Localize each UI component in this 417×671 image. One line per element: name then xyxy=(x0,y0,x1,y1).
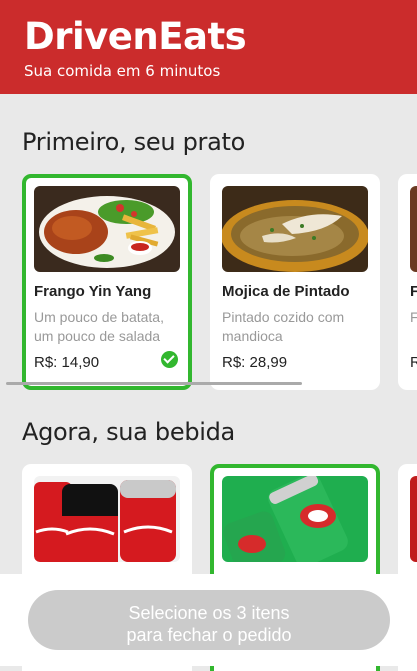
drink-image xyxy=(410,476,417,562)
food-price: R$: 28,99 xyxy=(222,354,288,371)
food-price: R xyxy=(410,354,417,371)
food-carousel[interactable]: Frango Yin Yang Um pouco de batata, um p… xyxy=(22,174,417,394)
checkmark-icon xyxy=(161,351,178,368)
checkout-label-line2: para fechar o pedido xyxy=(126,625,292,645)
food-carousel-scrollbar[interactable] xyxy=(6,382,302,385)
checkout-label-line1: Selecione os 3 itens xyxy=(128,603,290,623)
food-price: R$: 14,90 xyxy=(34,354,100,371)
food-description: F c xyxy=(410,309,417,325)
food-name: Frango Yin Yang xyxy=(34,283,152,300)
tagline: Sua comida em 6 minutos xyxy=(24,62,221,80)
food-name: Mojica de Pintado xyxy=(222,283,350,300)
food-description: Pintado cozido com mandioca xyxy=(222,309,345,344)
drinks-section-title: Agora, sua bebida xyxy=(22,418,235,446)
checkout-button[interactable]: Selecione os 3 itens para fechar o pedid… xyxy=(28,590,390,650)
app-header: DrivenEats Sua comida em 6 minutos xyxy=(0,0,417,94)
coca-cola-cans-image xyxy=(34,476,180,562)
food-card-partial[interactable]: F F c R xyxy=(398,174,417,390)
dish-image xyxy=(410,186,417,272)
guarana-cans-image xyxy=(222,476,368,562)
food-description: Um pouco de batata, um pouco de salada xyxy=(34,309,164,344)
frango-dish-image xyxy=(34,186,180,272)
order-footer: Selecione os 3 itens para fechar o pedid… xyxy=(0,574,417,666)
brand-logo-text: DrivenEats xyxy=(24,15,247,58)
food-card-frango[interactable]: Frango Yin Yang Um pouco de batata, um p… xyxy=(22,174,192,390)
food-section-title: Primeiro, seu prato xyxy=(22,128,245,156)
mojica-dish-image xyxy=(222,186,368,272)
food-card-mojica[interactable]: Mojica de Pintado Pintado cozido com man… xyxy=(210,174,380,390)
food-name: F xyxy=(410,283,417,300)
